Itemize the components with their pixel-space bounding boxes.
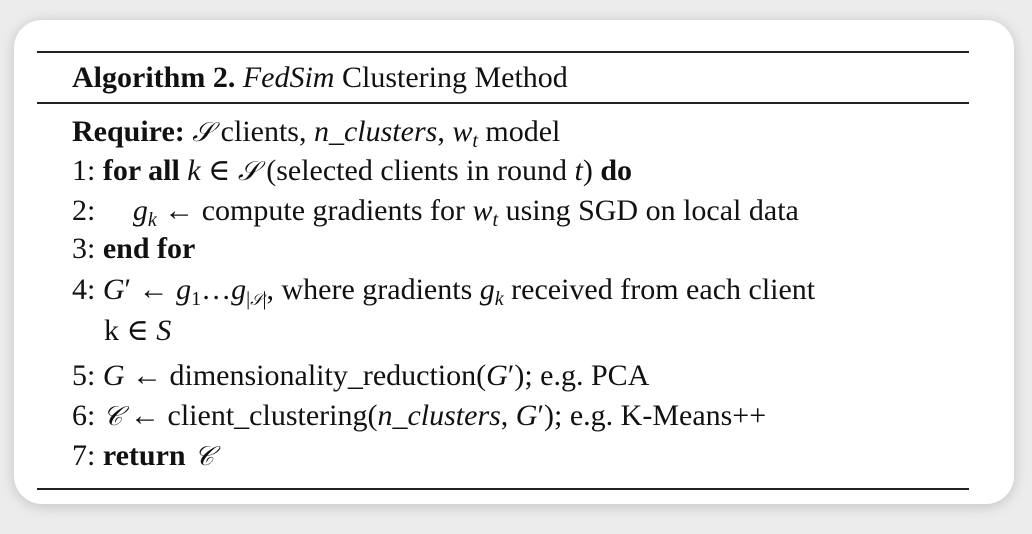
keyword-do: do (600, 154, 632, 187)
line-text: ← dimensionality_reduction( (124, 359, 487, 392)
require-model-text: model (477, 115, 561, 148)
param-w: w (452, 115, 473, 148)
algorithm-label: Algorithm 2. (72, 61, 236, 94)
line-text: ); e.g. PCA (514, 359, 650, 392)
algorithm-line-6: 6: 𝒞 ← client_clustering(n_clusters, G′)… (72, 396, 766, 437)
set-symbol: 𝒮 (192, 117, 214, 148)
require-line: Require: 𝒮 clients, n_clusters, wt model (72, 112, 560, 153)
algorithm-title-rest: Clustering Method (341, 61, 568, 94)
line-number: 2: (72, 194, 103, 227)
cluster-set-symbol: 𝒞 (102, 401, 123, 432)
algorithm-line-3: 3: end for (72, 229, 195, 269)
require-keyword: Require: (72, 115, 185, 148)
line-text: ← compute gradients for (156, 194, 473, 227)
line-text: using SGD on local data (498, 194, 799, 227)
line-text: received from each client (503, 273, 816, 306)
var-G: G (102, 273, 125, 306)
cluster-set-symbol: 𝒞 (185, 441, 214, 472)
keyword-for-all: for all (102, 154, 180, 187)
var-g-sub: 1 (191, 288, 202, 310)
algorithm-title: Algorithm 2. FedSim Clustering Method (72, 58, 568, 98)
line-text: ← client_clustering( (122, 399, 378, 432)
line-text: ); e.g. K-Means++ (544, 399, 767, 432)
line-text: , where gradients (266, 273, 480, 306)
var-G: G (486, 359, 508, 392)
require-text: clients, (213, 115, 314, 148)
require-comma: , (437, 115, 453, 148)
var-G: G (515, 399, 538, 432)
algorithm-line-4-continuation: k ∈ S (104, 311, 171, 351)
keyword-end-for: end for (102, 232, 196, 265)
ellipsis: … (201, 273, 232, 306)
line-number: 4: (72, 273, 103, 306)
param-n-clusters: n_clusters (377, 399, 501, 432)
var-g: g (132, 194, 148, 227)
line-number: 3: (72, 232, 103, 265)
var-S: S (156, 314, 172, 347)
set-symbol: 𝒮 (237, 156, 259, 187)
line-text: k ∈ (104, 314, 157, 347)
algorithm-line-7: 7: return 𝒞 (72, 436, 214, 477)
line-number: 7: (72, 439, 103, 472)
arrow-symbol: ← (131, 273, 177, 306)
bottom-rule (37, 488, 969, 490)
line-number: 6: (72, 399, 103, 432)
var-g-sub: k (494, 288, 504, 310)
header-rule (37, 102, 969, 104)
var-g: g (479, 273, 495, 306)
var-w: w (472, 194, 493, 227)
in-symbol: ∈ (208, 154, 238, 187)
line-text: ) (582, 154, 601, 187)
algorithm-name: FedSim (242, 61, 335, 94)
algorithm-line-5: 5: G ← dimensionality_reduction(G′); e.g… (72, 356, 649, 396)
top-rule (37, 51, 969, 53)
line-text: , (500, 399, 516, 432)
var-G: G (102, 359, 125, 392)
line-number: 1: (72, 154, 103, 187)
param-n-clusters: n_clusters (313, 115, 438, 148)
algorithm-line-1: 1: for all k ∈ 𝒮 (selected clients in ro… (72, 151, 632, 192)
line-number: 5: (72, 359, 103, 392)
var-g: g (231, 273, 247, 306)
set-symbol: 𝒮 (250, 290, 263, 309)
var-g: g (176, 273, 192, 306)
var-t: t (574, 154, 583, 187)
keyword-return: return (102, 439, 186, 472)
algorithm-line-2: 2: gk ← compute gradients for wt using S… (72, 191, 799, 231)
algorithm-line-4: 4: G′ ← g1…g|𝒮|, where gradients gk rece… (72, 270, 815, 310)
var-k: k (179, 154, 209, 187)
var-g-sub: k (147, 209, 157, 231)
line-text: (selected clients in round (258, 154, 575, 187)
